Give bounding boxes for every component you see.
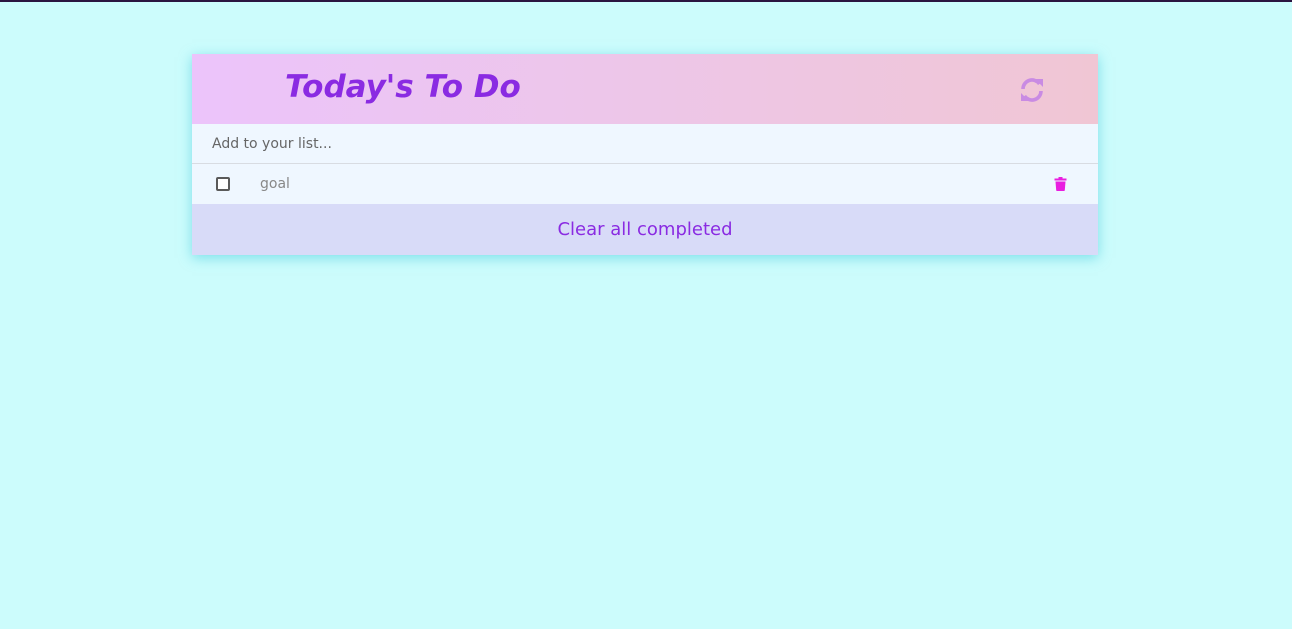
top-border (0, 0, 1292, 2)
todo-text: goal (260, 176, 290, 192)
todo-item: goal (192, 164, 1098, 204)
todo-card: Today's To Do goal Clear all completed (192, 54, 1098, 255)
refresh-icon[interactable] (1018, 76, 1046, 104)
trash-icon[interactable] (1054, 177, 1067, 191)
page-title: Today's To Do (285, 69, 521, 105)
todo-checkbox[interactable] (216, 177, 230, 191)
clear-completed-button[interactable]: Clear all completed (192, 204, 1098, 255)
add-todo-input[interactable] (192, 124, 1098, 164)
todo-header: Today's To Do (192, 54, 1098, 124)
